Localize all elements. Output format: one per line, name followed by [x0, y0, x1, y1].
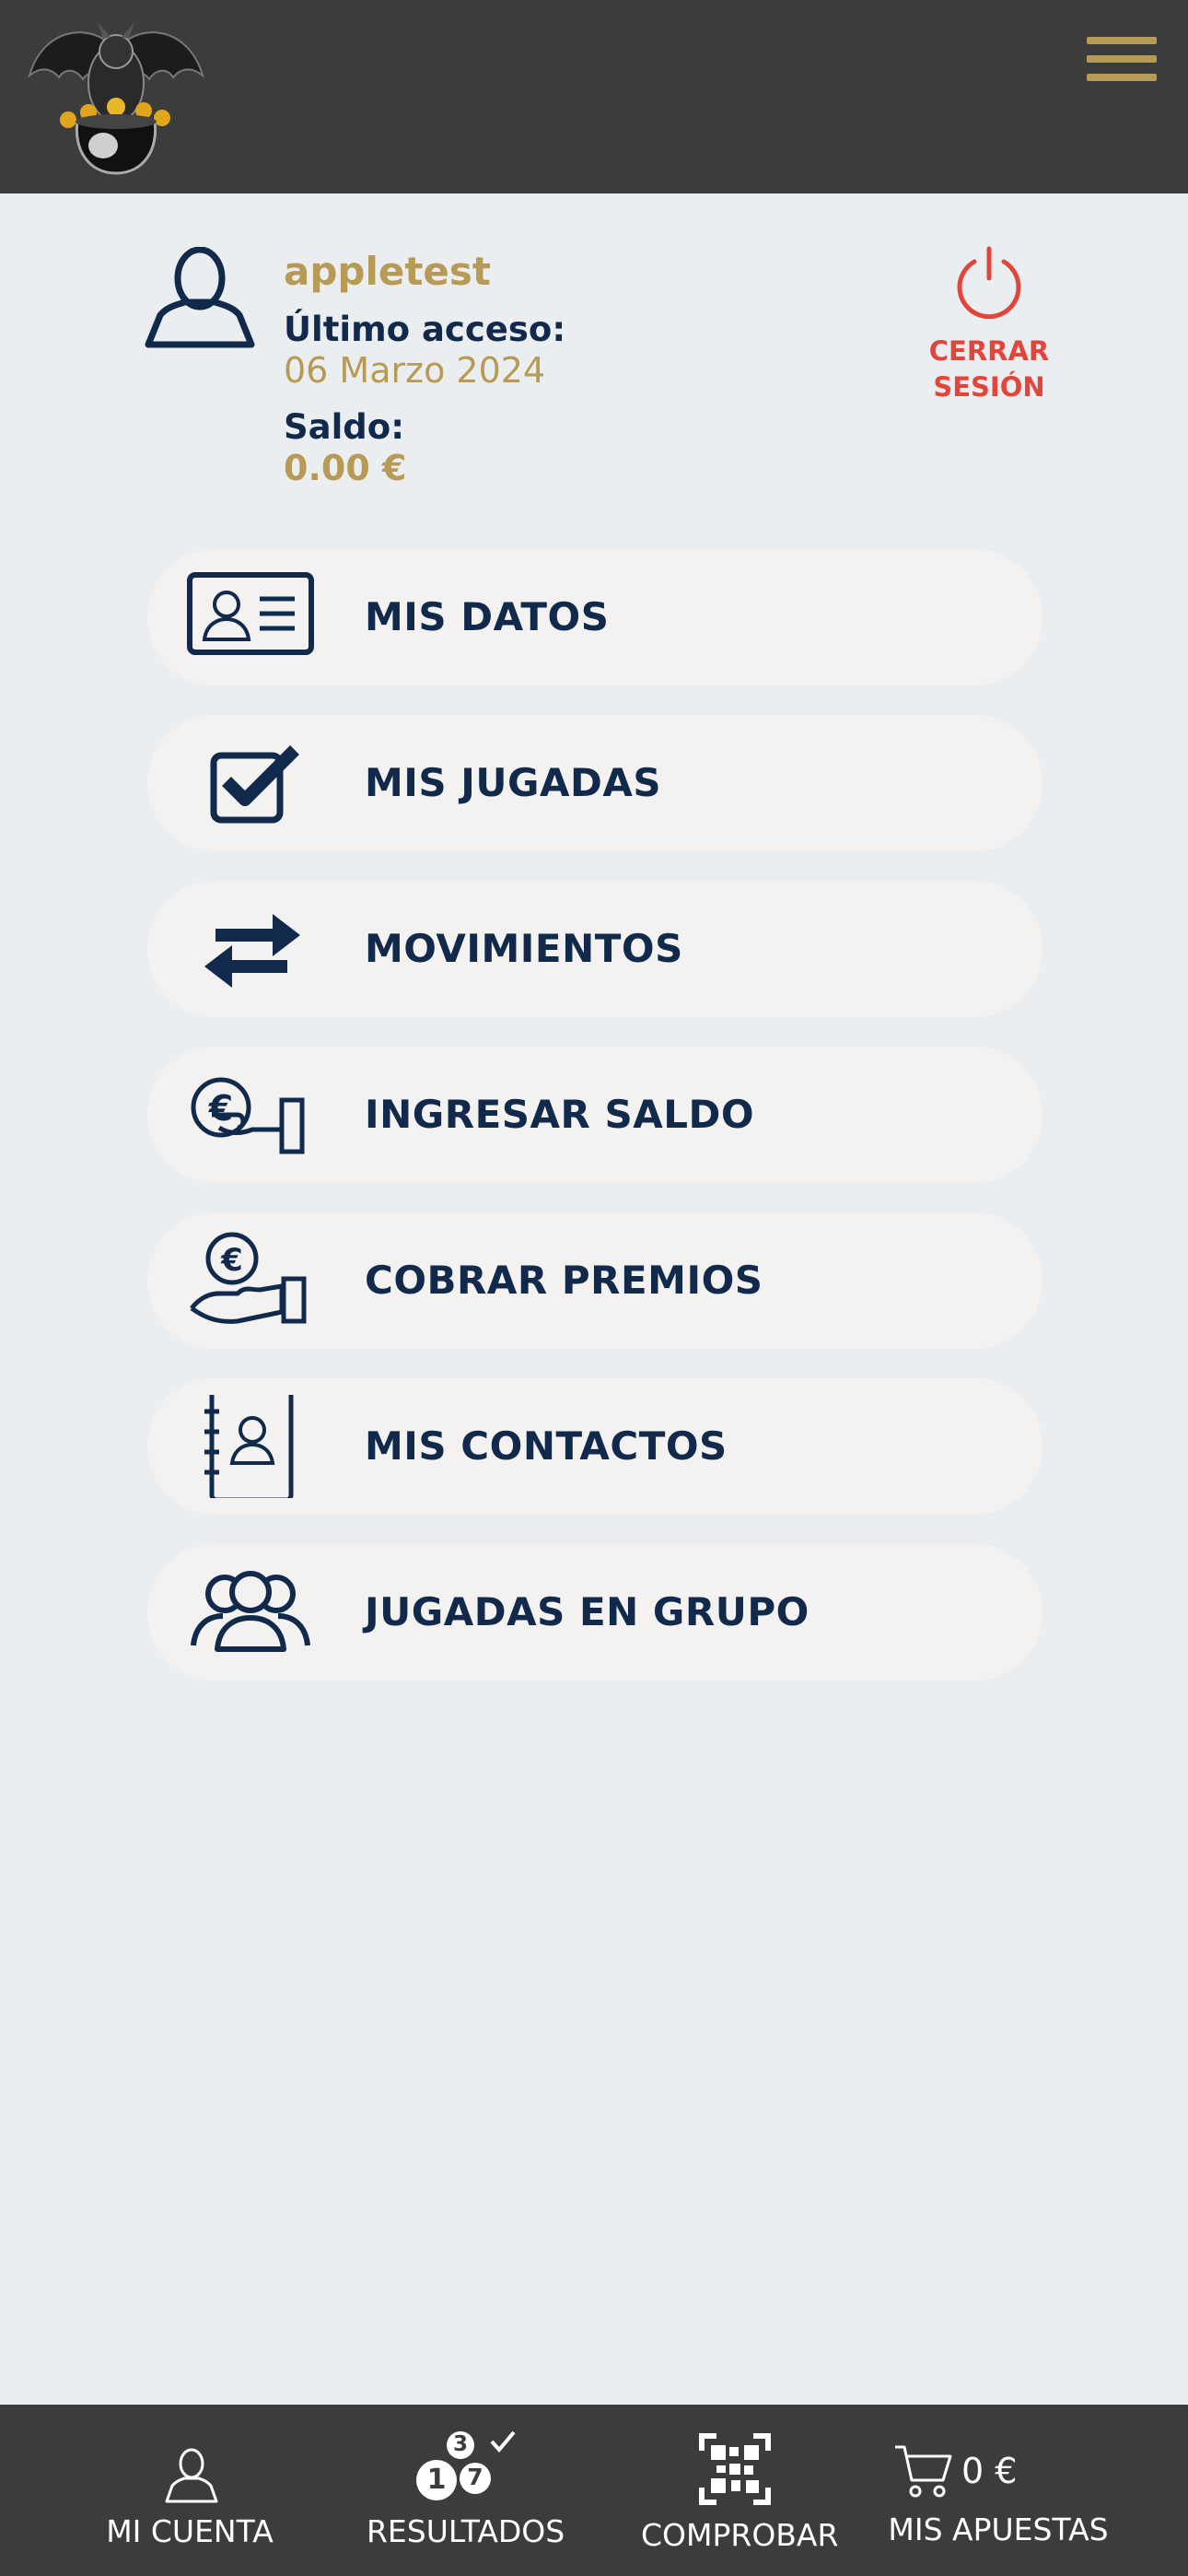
hand-coin-collect-icon: €	[186, 1229, 315, 1332]
hamburger-icon	[1087, 37, 1157, 44]
balance-label: Saldo:	[284, 407, 404, 447]
username: appletest	[284, 249, 491, 294]
checkbox-icon	[186, 732, 315, 835]
tab-mi-cuenta[interactable]: MI CUENTA	[101, 2405, 278, 2576]
tab-label: MI CUENTA	[106, 2513, 274, 2549]
tab-resultados[interactable]: 3 1 7 RESULTADOS	[367, 2405, 565, 2576]
menu-item-mis-jugadas[interactable]: MIS JUGADAS	[147, 715, 1042, 851]
tab-label: RESULTADOS	[367, 2513, 565, 2549]
menu-item-label: COBRAR PREMIOS	[365, 1258, 763, 1303]
menu-item-cobrar-premios[interactable]: € COBRAR PREMIOS	[147, 1212, 1042, 1349]
cart-amount: 0 €	[961, 2451, 1018, 2491]
last-access-label: Último acceso:	[284, 310, 566, 349]
tab-label: MIS APUESTAS	[888, 2512, 1109, 2547]
group-users-icon	[186, 1561, 315, 1664]
power-icon	[957, 246, 1021, 319]
hamburger-menu-button[interactable]	[1087, 33, 1162, 90]
logout-label-line2: SESIÓN	[933, 371, 1045, 403]
menu-item-label: MIS JUGADAS	[365, 760, 662, 805]
tab-mis-apuestas[interactable]: 0 € MIS APUESTAS	[888, 2405, 1109, 2576]
menu-item-jugadas-en-grupo[interactable]: JUGADAS EN GRUPO	[147, 1544, 1042, 1680]
ball-number: 7	[467, 2464, 483, 2490]
user-icon	[165, 2448, 218, 2503]
hand-coin-deposit-icon: €	[186, 1063, 315, 1166]
menu-item-mis-contactos[interactable]: MIS CONTACTOS	[147, 1378, 1042, 1515]
last-access-date: 06 Marzo 2024	[284, 350, 546, 391]
top-bar	[0, 0, 1188, 193]
tab-comprobar[interactable]: COMPROBAR	[641, 2405, 839, 2576]
balance-value: 0.00 €	[284, 448, 407, 488]
menu-item-label: INGRESAR SALDO	[365, 1092, 755, 1137]
logout-button[interactable]: CERRAR SESIÓN	[921, 245, 1057, 429]
id-card-icon	[186, 566, 315, 669]
menu-item-label: MIS CONTACTOS	[365, 1423, 728, 1469]
swap-arrows-icon	[186, 897, 315, 1001]
user-avatar-icon	[144, 246, 256, 350]
menu-item-label: MIS DATOS	[365, 594, 610, 639]
bottom-nav: MI CUENTA 3 1 7 RESULTADOS COMPROBAR 0 €…	[0, 2405, 1188, 2576]
menu-item-mis-datos[interactable]: MIS DATOS	[147, 549, 1042, 685]
menu-item-movimientos[interactable]: MOVIMIENTOS	[147, 881, 1042, 1017]
shopping-cart-icon	[895, 2445, 952, 2498]
menu-item-label: MOVIMIENTOS	[365, 926, 683, 971]
menu-item-ingresar-saldo[interactable]: € INGRESAR SALDO	[147, 1047, 1042, 1183]
address-book-icon	[186, 1388, 315, 1503]
svg-text:€: €	[208, 1088, 233, 1129]
qr-scan-icon	[699, 2433, 771, 2505]
dragon-logo-icon	[28, 22, 204, 175]
svg-text:€: €	[220, 1242, 243, 1279]
logo[interactable]	[24, 11, 208, 182]
logout-label-line1: CERRAR	[928, 335, 1050, 367]
menu-item-label: JUGADAS EN GRUPO	[365, 1589, 809, 1634]
tab-label: COMPROBAR	[641, 2517, 839, 2553]
ball-number: 1	[426, 2464, 447, 2496]
ball-number: 3	[452, 2432, 468, 2456]
